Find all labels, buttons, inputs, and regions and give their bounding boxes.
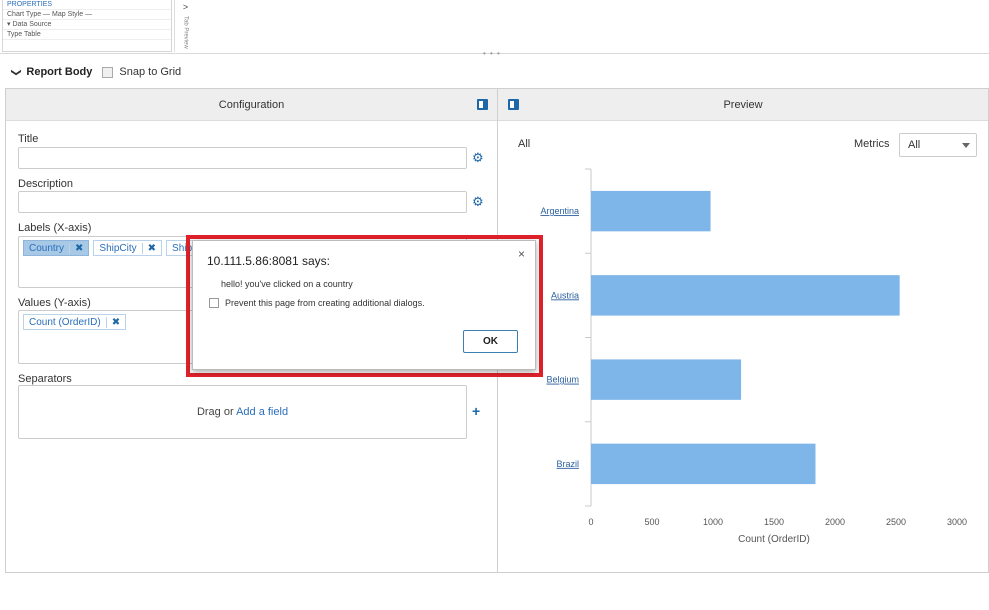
bar — [591, 190, 711, 232]
category-label[interactable]: Austria — [551, 290, 579, 300]
prevent-dialogs-label: Prevent this page from creating addition… — [225, 298, 425, 308]
report-body-title[interactable]: Report Body — [26, 66, 92, 78]
values-label: Values (Y-axis) — [18, 297, 91, 309]
description-gear-icon[interactable]: ⚙ — [472, 194, 484, 210]
mini-row[interactable]: Chart Type — Map Style — — [3, 10, 171, 20]
x-tick-label: 1500 — [764, 517, 784, 527]
remove-icon[interactable]: ✖ — [141, 242, 161, 254]
mini-row[interactable]: ▾ Data Source — [3, 20, 171, 30]
properties-mini-panel: PROPERTIES Chart Type — Map Style — ▾ Da… — [2, 0, 172, 52]
snap-to-grid-label: Snap to Grid — [119, 66, 182, 78]
chevron-down-icon[interactable]: ❯ — [11, 68, 22, 76]
x-tick-label: 1000 — [703, 517, 723, 527]
title-input[interactable] — [18, 147, 467, 169]
preview-header: Preview — [498, 89, 988, 121]
add-field-link[interactable]: Add a field — [236, 406, 288, 418]
title-label: Title — [18, 133, 39, 145]
category-label[interactable]: Belgium — [546, 375, 579, 385]
add-separator-plus-icon[interactable]: + — [472, 403, 480, 419]
x-tick-label: 0 — [588, 517, 593, 527]
mini-row: Type Table — [3, 30, 171, 40]
bar-chart: Argentina Austria Belgium Brazil 0 500 1000 150… — [540, 168, 967, 545]
description-label: Description — [18, 178, 74, 190]
configuration-title: Configuration — [218, 99, 285, 111]
side-tab[interactable]: > Tab Preview — [174, 0, 196, 52]
category-label[interactable]: Brazil — [556, 459, 579, 469]
remove-icon[interactable]: ✖ — [105, 316, 125, 328]
label-tag-country[interactable]: Country ✖ — [23, 240, 90, 256]
top-strip: PROPERTIES Chart Type — Map Style — ▾ Da… — [0, 0, 989, 54]
tag-label: Country — [29, 242, 65, 254]
side-tab-label: Tab Preview — [182, 16, 189, 49]
prevent-dialogs-checkbox[interactable] — [209, 298, 219, 308]
tag-label: ShipCity — [99, 242, 137, 254]
expand-panel-icon[interactable] — [508, 99, 519, 110]
collapse-panel-icon[interactable] — [477, 99, 488, 110]
x-tick-label: 3000 — [947, 517, 967, 527]
chevron-right-icon[interactable]: > — [175, 2, 196, 12]
dialog-message: hello! you've clicked on a country — [221, 279, 353, 289]
close-icon[interactable]: × — [518, 247, 525, 261]
labels-label: Labels (X-axis) — [18, 222, 92, 234]
report-body-header: ❯ Report Body Snap to Grid — [11, 62, 182, 82]
preview-title: Preview — [723, 99, 763, 111]
value-tag-count[interactable]: Count (OrderID) ✖ — [23, 314, 127, 330]
dialog-title: 10.111.5.86:8081 says: — [207, 254, 330, 268]
tag-label: Count (OrderID) — [29, 316, 101, 328]
x-tick-label: 2500 — [886, 517, 906, 527]
label-tag-shipcity[interactable]: ShipCity ✖ — [93, 240, 163, 256]
description-input[interactable] — [18, 191, 467, 213]
prevent-dialogs-option[interactable]: Prevent this page from creating addition… — [209, 298, 425, 308]
bar — [591, 275, 900, 316]
chart-layer: Argentina Austria Belgium Brazil 0 500 1000 150… — [540, 168, 967, 545]
x-tick-label: 500 — [644, 517, 659, 527]
bar — [591, 443, 816, 485]
ok-button[interactable]: OK — [463, 330, 518, 353]
x-tick-label: 2000 — [825, 517, 845, 527]
separators-label: Separators — [18, 373, 72, 385]
alert-dialog: 10.111.5.86:8081 says: × hello! you've c… — [192, 240, 536, 370]
bar — [591, 359, 742, 400]
category-label[interactable]: Argentina — [540, 206, 579, 216]
separators-drop-zone[interactable]: Drag or Add a field — [18, 385, 467, 439]
title-gear-icon[interactable]: ⚙ — [472, 150, 484, 166]
remove-icon[interactable]: ✖ — [69, 242, 88, 254]
x-axis-title: Count (OrderID) — [738, 534, 810, 545]
configuration-header: Configuration — [6, 89, 497, 121]
mini-row[interactable]: PROPERTIES — [3, 0, 171, 10]
resize-handle[interactable]: • • • — [483, 49, 501, 58]
drop-text: Drag or — [196, 406, 237, 418]
snap-to-grid-checkbox[interactable] — [102, 66, 114, 78]
preview-panel: Preview All Metrics All Argentina Austria… — [498, 89, 988, 572]
